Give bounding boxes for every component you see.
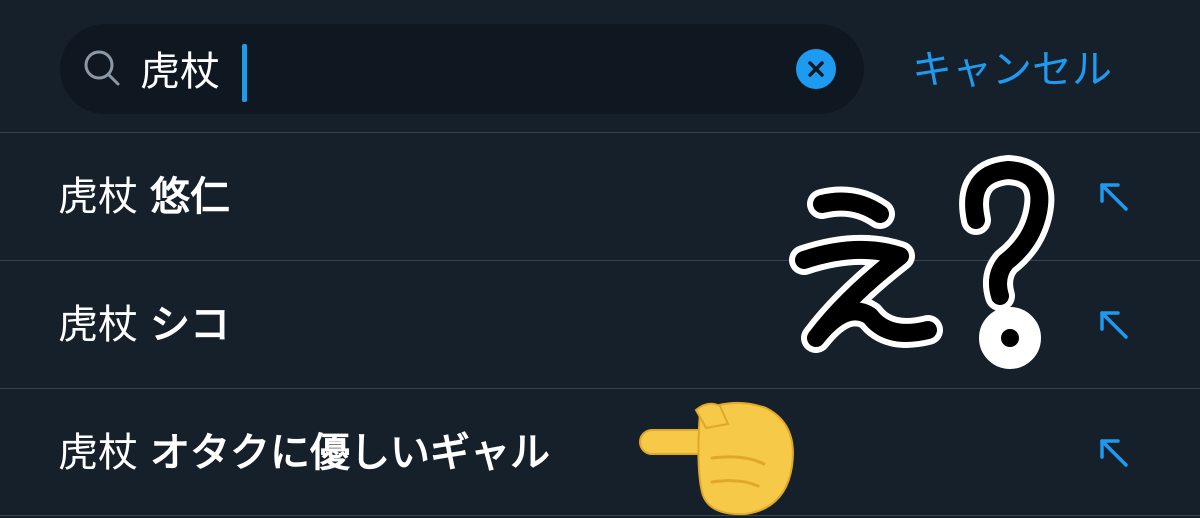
question-sticker	[789, 155, 1055, 369]
pointing-right-hand-icon	[639, 401, 794, 516]
suggestion-completion: 悠仁	[150, 174, 230, 220]
arrow-up-left-icon[interactable]	[1094, 305, 1134, 345]
clear-search-button[interactable]	[796, 49, 836, 89]
arrow-up-left-icon[interactable]	[1094, 177, 1134, 217]
suggestion-query: 虎杖	[58, 174, 138, 220]
suggestion-query: 虎杖	[58, 430, 138, 476]
suggestion-label: 虎杖 シコ	[58, 299, 230, 351]
text-caret	[242, 44, 247, 102]
arrow-up-left-icon[interactable]	[1094, 433, 1134, 473]
cancel-button[interactable]: キャンセル	[912, 42, 1112, 98]
suggestion-completion: オタクに優しいギャル	[150, 430, 550, 476]
suggestion-query: 虎杖	[58, 302, 138, 348]
suggestion-item[interactable]: 虎杖 オタクに優しいギャル	[0, 389, 1200, 516]
search-input-value[interactable]: 虎杖	[140, 44, 220, 100]
search-header: 虎杖 キャンセル	[0, 0, 1200, 132]
search-icon	[84, 50, 120, 86]
divider	[0, 515, 1200, 516]
suggestion-label: 虎杖 オタクに優しいギャル	[58, 427, 550, 479]
suggestion-completion: シコ	[150, 302, 230, 348]
suggestion-label: 虎杖 悠仁	[58, 171, 230, 223]
search-screen: 虎杖 キャンセル 虎杖 悠仁 虎杖 シコ 虎杖 オタクに優しいギャル	[0, 0, 1200, 518]
close-icon	[808, 61, 824, 77]
